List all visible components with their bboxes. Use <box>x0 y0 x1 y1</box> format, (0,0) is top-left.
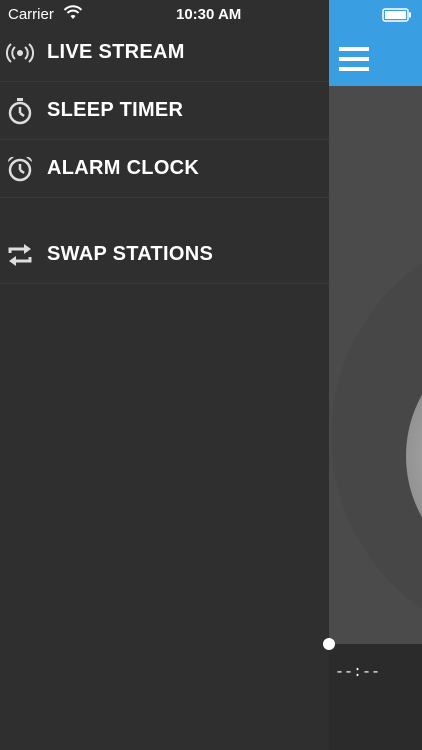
broadcast-icon <box>6 39 34 67</box>
menu-toggle-button[interactable] <box>339 45 371 73</box>
progress-slider-knob[interactable] <box>323 638 335 650</box>
battery-icon <box>382 8 411 22</box>
navigation-drawer: Carrier 10:30 AM LIVE STREAM SLEEP TIMER… <box>0 0 329 750</box>
carrier-label: Carrier <box>8 6 54 23</box>
swap-icon <box>6 241 34 269</box>
drawer-menu: LIVE STREAM SLEEP TIMER ALARM CLOCK SWAP… <box>0 24 329 284</box>
player-panel[interactable]: --:-- <box>329 0 422 750</box>
menu-label-live-stream: LIVE STREAM <box>47 41 185 63</box>
menu-item-alarm-clock[interactable]: ALARM CLOCK <box>0 140 329 198</box>
player-footer: --:-- <box>329 644 422 750</box>
wifi-icon <box>64 5 82 19</box>
player-header <box>329 0 422 86</box>
menu-label-alarm-clock: ALARM CLOCK <box>47 157 200 179</box>
menu-item-swap-stations[interactable]: SWAP STATIONS <box>0 226 329 284</box>
elapsed-time: --:-- <box>335 664 381 681</box>
menu-label-swap-stations: SWAP STATIONS <box>47 243 214 265</box>
stopwatch-icon <box>6 97 34 125</box>
station-artwork <box>329 86 422 644</box>
menu-item-sleep-timer[interactable]: SLEEP TIMER <box>0 82 329 140</box>
status-time: 10:30 AM <box>176 6 242 23</box>
menu-label-sleep-timer: SLEEP TIMER <box>47 99 184 121</box>
alarm-clock-icon <box>6 155 34 183</box>
menu-item-live-stream[interactable]: LIVE STREAM <box>0 24 329 82</box>
